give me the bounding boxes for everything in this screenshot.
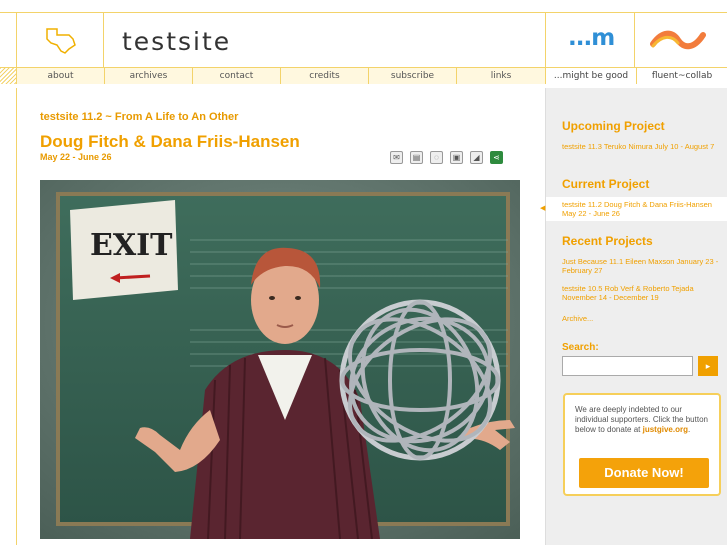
nav-subscribe[interactable]: subscribe bbox=[368, 68, 456, 84]
archive-link[interactable]: Archive... bbox=[562, 314, 724, 323]
upcoming-heading: Upcoming Project bbox=[562, 119, 665, 133]
print-icon[interactable]: ▤ bbox=[410, 151, 423, 164]
recent-project-link[interactable]: testsite 10.5 Rob Verf & Roberto Tejada … bbox=[562, 284, 724, 302]
search-button[interactable]: ▸ bbox=[698, 356, 718, 376]
current-arrow-icon: ◀ bbox=[540, 205, 546, 212]
exhibition-photo: EXIT bbox=[40, 180, 520, 539]
donate-button[interactable]: Donate Now! bbox=[579, 458, 709, 488]
bookmark-icon[interactable]: ▣ bbox=[450, 151, 463, 164]
fluent-logo-cell[interactable] bbox=[636, 13, 727, 69]
m-logo: ...m bbox=[568, 25, 615, 51]
nav-might-be-good[interactable]: ...might be good bbox=[545, 68, 636, 84]
nav-about[interactable]: about bbox=[16, 68, 104, 84]
exhibition-dates: May 22 - June 26 bbox=[40, 152, 112, 162]
nav-bar: about archives contact credits subscribe… bbox=[16, 68, 545, 84]
upcoming-project-link[interactable]: testsite 11.3 Teruko Nimura July 10 - Au… bbox=[562, 142, 724, 151]
main-nav: about archives contact credits subscribe… bbox=[0, 68, 727, 84]
nav-fluent-collab[interactable]: fluent~collab bbox=[636, 68, 727, 84]
sidebar: Upcoming Project testsite 11.3 Teruko Ni… bbox=[540, 88, 727, 545]
m-logo-cell[interactable]: ...m bbox=[545, 13, 635, 69]
support-period: . bbox=[687, 425, 691, 434]
rss-icon[interactable]: ◢ bbox=[470, 151, 483, 164]
site-title[interactable]: testsite bbox=[122, 27, 231, 56]
nav-archives[interactable]: archives bbox=[104, 68, 192, 84]
comment-icon[interactable]: ◌ bbox=[430, 151, 443, 164]
support-text: We are deeply indebted to our individual… bbox=[575, 405, 713, 435]
share-icon[interactable]: ⋖ bbox=[490, 151, 503, 164]
wave-logo-icon bbox=[650, 30, 706, 50]
photo-illustration: EXIT bbox=[40, 180, 520, 539]
current-project-link[interactable]: testsite 11.2 Doug Fitch & Dana Friis-Ha… bbox=[562, 200, 724, 218]
exhibition-title: Doug Fitch & Dana Friis-Hansen bbox=[40, 132, 300, 151]
nav-stripes bbox=[0, 68, 16, 84]
search-input[interactable] bbox=[562, 356, 693, 376]
exit-sign-text: EXIT bbox=[90, 228, 173, 263]
exhibition-subtitle[interactable]: testsite 11.2 ~ From A Life to An Other bbox=[40, 111, 238, 123]
logo-cell[interactable] bbox=[16, 13, 104, 69]
justgive-link[interactable]: justgive.org bbox=[643, 425, 688, 434]
email-icon[interactable]: ✉ bbox=[390, 151, 403, 164]
texas-logo-icon bbox=[46, 28, 76, 54]
main-content: testsite 11.2 ~ From A Life to An Other … bbox=[16, 88, 545, 545]
recent-project-link[interactable]: Just Because 11.1 Eileen Maxson January … bbox=[562, 257, 724, 275]
share-toolbar: ✉ ▤ ◌ ▣ ◢ ⋖ bbox=[390, 151, 503, 164]
current-heading: Current Project bbox=[562, 177, 650, 191]
nav-contact[interactable]: contact bbox=[192, 68, 280, 84]
nav-credits[interactable]: credits bbox=[280, 68, 368, 84]
nav-links[interactable]: links bbox=[456, 68, 545, 84]
support-box: We are deeply indebted to our individual… bbox=[563, 393, 721, 496]
recent-heading: Recent Projects bbox=[562, 234, 653, 248]
search-label: Search: bbox=[562, 342, 599, 353]
site-header: testsite ...m bbox=[0, 12, 727, 69]
